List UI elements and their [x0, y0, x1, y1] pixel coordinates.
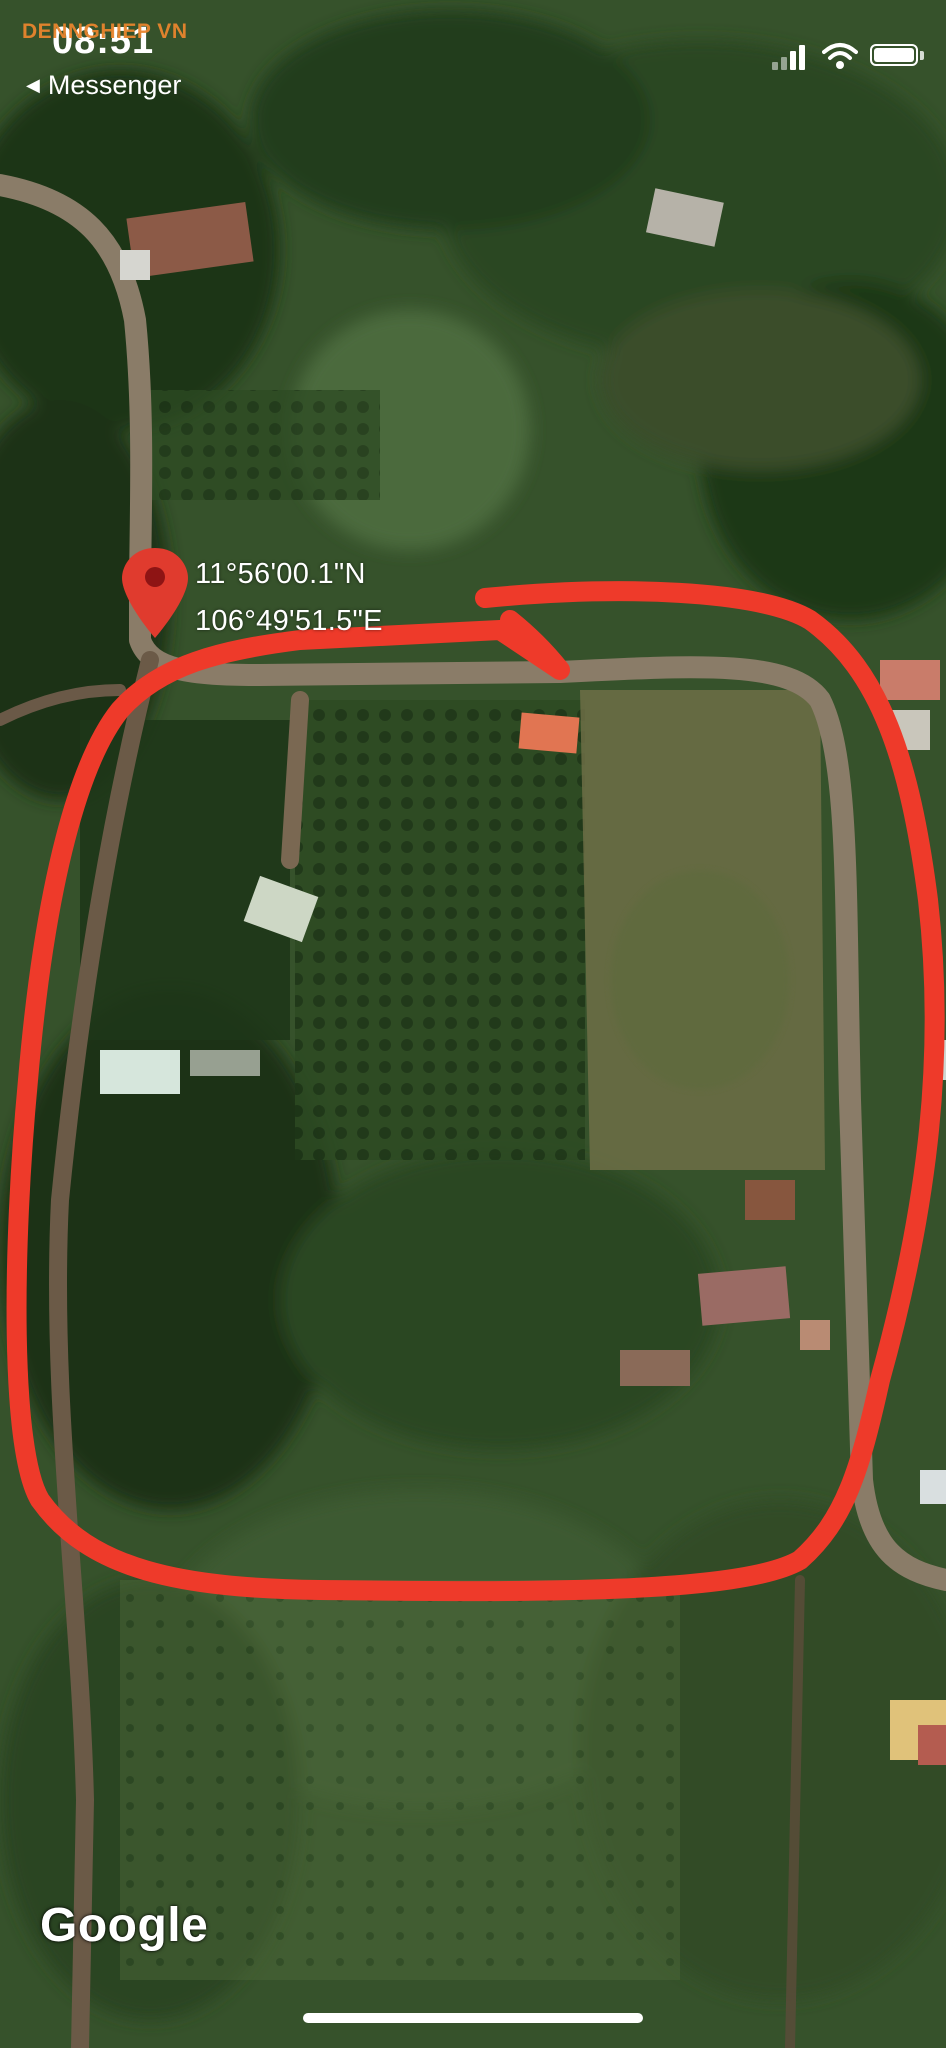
back-label: Messenger: [47, 70, 182, 100]
wifi-icon: [822, 42, 858, 70]
home-indicator[interactable]: [303, 2013, 643, 2023]
google-attribution: Google: [40, 1899, 209, 1952]
satellite-map[interactable]: [0, 0, 946, 2048]
battery-icon: [870, 42, 926, 70]
location-pin-dot: [145, 567, 165, 587]
orchard-plot-center: [295, 700, 585, 1160]
watermark-logo: DENNGHIEP VN: [22, 20, 188, 43]
back-triangle-icon: ◀: [26, 75, 40, 95]
status-bar: 08:51 DENNGHIEP VN ◀ Messenger: [0, 0, 946, 110]
pin-longitude: 106°49'51.5"E: [195, 605, 383, 637]
pin-latitude: 11°56'00.1"N: [195, 558, 366, 590]
status-icons: [772, 42, 924, 74]
cellular-signal-icon: [772, 42, 806, 70]
back-to-messenger-button[interactable]: ◀ Messenger: [26, 70, 181, 101]
orchard-plot-north: [150, 390, 380, 500]
